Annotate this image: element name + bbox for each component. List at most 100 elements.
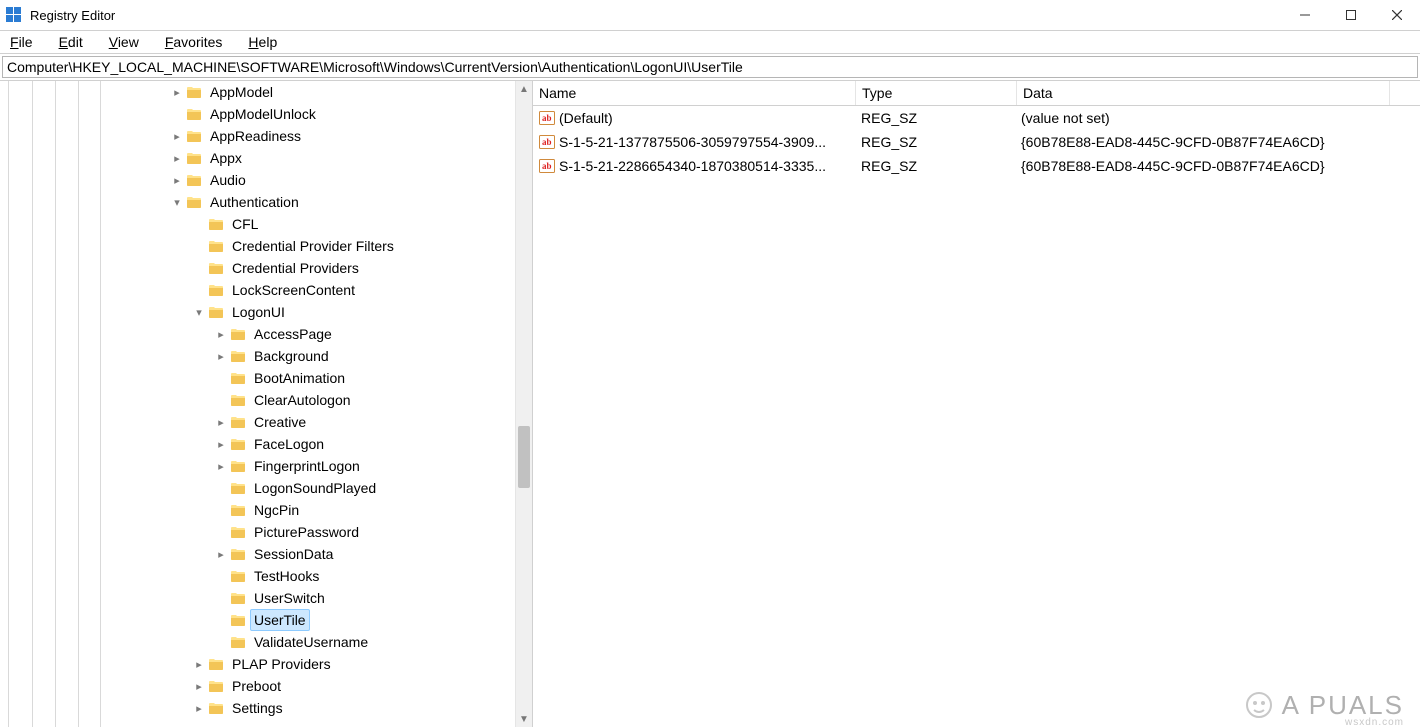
tree-node[interactable]: ▸ Appx <box>0 147 516 169</box>
tree-node[interactable]: AppModelUnlock <box>0 103 516 125</box>
folder-icon <box>230 612 246 628</box>
tree-node[interactable]: ▸ Settings <box>0 697 516 719</box>
folder-icon <box>230 502 246 518</box>
tree-node[interactable]: ClearAutologon <box>0 389 516 411</box>
tree-node[interactable]: PicturePassword <box>0 521 516 543</box>
address-input[interactable] <box>2 56 1418 78</box>
folder-icon <box>208 238 224 254</box>
expand-arrow-icon[interactable]: ▸ <box>170 151 184 165</box>
scrollbar-down-icon[interactable]: ▼ <box>516 711 532 727</box>
folder-icon <box>208 282 224 298</box>
tree-node[interactable]: ▸ Creative <box>0 411 516 433</box>
tree-node[interactable]: BootAnimation <box>0 367 516 389</box>
folder-icon <box>230 524 246 540</box>
app-icon <box>6 7 22 23</box>
close-icon <box>1392 10 1402 20</box>
tree-node[interactable]: Credential Provider Filters <box>0 235 516 257</box>
scrollbar-up-icon[interactable]: ▲ <box>516 81 532 97</box>
expand-arrow-icon[interactable]: ▾ <box>170 195 184 209</box>
folder-icon <box>230 436 246 452</box>
tree-node[interactable]: UserTile <box>0 609 516 631</box>
tree-node[interactable]: ▸ FaceLogon <box>0 433 516 455</box>
tree-node-label: Settings <box>228 697 287 719</box>
expand-arrow-icon[interactable]: ▸ <box>214 437 228 451</box>
window-maximize-button[interactable] <box>1328 0 1374 30</box>
tree-node-label: LogonUI <box>228 301 289 323</box>
tree-node-label: Preboot <box>228 675 285 697</box>
folder-icon <box>208 304 224 320</box>
expand-arrow-icon[interactable]: ▸ <box>192 701 206 715</box>
minimize-icon <box>1300 10 1310 20</box>
tree-node[interactable]: CFL <box>0 213 516 235</box>
tree-node[interactable]: ▸ Audio <box>0 169 516 191</box>
expand-arrow-icon[interactable]: ▸ <box>214 349 228 363</box>
tree-node[interactable]: ▾ Authentication <box>0 191 516 213</box>
folder-icon <box>230 348 246 364</box>
tree-node-label: AccessPage <box>250 323 336 345</box>
folder-icon <box>186 150 202 166</box>
tree-node[interactable]: ▸ SessionData <box>0 543 516 565</box>
tree-node-label: AppReadiness <box>206 125 305 147</box>
tree-node[interactable]: Credential Providers <box>0 257 516 279</box>
expand-arrow-icon[interactable]: ▸ <box>214 547 228 561</box>
tree-node[interactable]: ▸ AccessPage <box>0 323 516 345</box>
value-name: S-1-5-21-1377875506-3059797554-3909... <box>559 134 826 150</box>
tree-node[interactable]: ▸ AppModel <box>0 81 516 103</box>
tree-node[interactable]: ▸ Background <box>0 345 516 367</box>
expand-arrow-icon[interactable]: ▸ <box>170 173 184 187</box>
tree-node-label: NgcPin <box>250 499 303 521</box>
tree-node[interactable]: ▸ Preboot <box>0 675 516 697</box>
folder-icon <box>230 590 246 606</box>
expand-arrow-icon[interactable]: ▸ <box>170 129 184 143</box>
tree-scrollbar[interactable]: ▲ ▼ <box>515 81 532 727</box>
folder-icon <box>208 700 224 716</box>
tree-node[interactable]: TestHooks <box>0 565 516 587</box>
value-row[interactable]: S-1-5-21-1377875506-3059797554-3909... R… <box>533 130 1420 154</box>
expand-arrow-icon[interactable]: ▸ <box>192 679 206 693</box>
tree-node[interactable]: ▸ PLAP Providers <box>0 653 516 675</box>
folder-icon <box>208 216 224 232</box>
reg-string-icon <box>539 134 555 150</box>
expand-arrow-icon[interactable]: ▸ <box>214 327 228 341</box>
value-data: (value not set) <box>1015 110 1387 126</box>
value-name: (Default) <box>559 110 613 126</box>
menu-edit[interactable]: Edit <box>55 33 87 51</box>
value-type: REG_SZ <box>855 110 1015 126</box>
tree-node[interactable]: ▾ LogonUI <box>0 301 516 323</box>
menu-favorites[interactable]: Favorites <box>161 33 227 51</box>
tree-node[interactable]: UserSwitch <box>0 587 516 609</box>
tree-node-label: ValidateUsername <box>250 631 372 653</box>
tree-node-label: BootAnimation <box>250 367 349 389</box>
folder-icon <box>230 326 246 342</box>
tree-node[interactable]: ▸ AppReadiness <box>0 125 516 147</box>
window-close-button[interactable] <box>1374 0 1420 30</box>
column-type[interactable]: Type <box>856 81 1017 105</box>
column-name[interactable]: Name <box>533 81 856 105</box>
expand-arrow-icon[interactable]: ▾ <box>192 305 206 319</box>
expand-arrow-icon[interactable]: ▸ <box>214 415 228 429</box>
tree-node[interactable]: LockScreenContent <box>0 279 516 301</box>
menu-view[interactable]: View <box>105 33 143 51</box>
tree-node[interactable]: ValidateUsername <box>0 631 516 653</box>
expand-arrow-icon[interactable]: ▸ <box>170 85 184 99</box>
value-row[interactable]: (Default) REG_SZ (value not set) <box>533 106 1420 130</box>
window-title: Registry Editor <box>30 8 115 23</box>
tree-node[interactable]: LogonSoundPlayed <box>0 477 516 499</box>
tree-node-label: Background <box>250 345 333 367</box>
tree-node-label: Authentication <box>206 191 303 213</box>
window-minimize-button[interactable] <box>1282 0 1328 30</box>
menu-file[interactable]: File <box>6 33 37 51</box>
tree-node-label: Appx <box>206 147 246 169</box>
scrollbar-thumb[interactable] <box>518 426 530 488</box>
reg-string-icon <box>539 158 555 174</box>
folder-icon <box>230 568 246 584</box>
menu-help[interactable]: Help <box>244 33 281 51</box>
expand-arrow-icon[interactable]: ▸ <box>214 459 228 473</box>
value-row[interactable]: S-1-5-21-2286654340-1870380514-3335... R… <box>533 154 1420 178</box>
tree-node-label: Credential Provider Filters <box>228 235 398 257</box>
maximize-icon <box>1346 10 1356 20</box>
column-data[interactable]: Data <box>1017 81 1390 105</box>
expand-arrow-icon[interactable]: ▸ <box>192 657 206 671</box>
tree-node[interactable]: NgcPin <box>0 499 516 521</box>
tree-node[interactable]: ▸ FingerprintLogon <box>0 455 516 477</box>
